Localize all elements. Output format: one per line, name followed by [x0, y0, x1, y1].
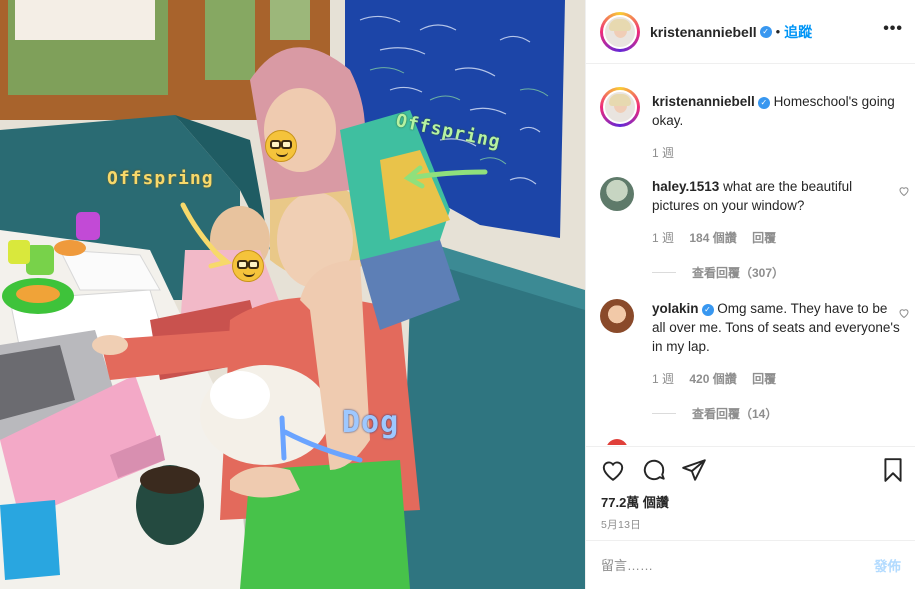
comment-time[interactable]: 1 週	[652, 231, 674, 245]
avatar	[603, 14, 637, 49]
post-header: kristenanniebell ✓ • 追蹤 •••	[586, 0, 915, 64]
avatar	[603, 90, 637, 124]
reply-button[interactable]: 回覆	[752, 231, 776, 245]
post-side-panel: kristenanniebell ✓ • 追蹤 ••• kristenannie…	[585, 0, 915, 589]
commenter-avatar[interactable]	[600, 177, 634, 211]
verified-icon: ✓	[759, 25, 772, 38]
view-replies-button[interactable]: 查看回覆（14）	[652, 405, 900, 422]
reply-button[interactable]: 回覆	[752, 372, 776, 386]
commenter-avatar[interactable]	[600, 299, 634, 333]
verified-icon: ✓	[701, 304, 714, 316]
comment-item: haley.1513 what are the beautiful pictur…	[600, 177, 909, 281]
likes-count[interactable]: 77.2萬 個讚	[601, 492, 669, 511]
comment-likes[interactable]: 420 個讚	[689, 372, 736, 386]
separator-dot: •	[775, 24, 781, 39]
comment-time[interactable]: 1 週	[652, 372, 674, 386]
view-replies-button[interactable]: 查看回覆（307）	[652, 264, 900, 281]
view-replies-label: 查看回覆（14）	[692, 407, 778, 421]
verified-icon: ✓	[757, 97, 770, 109]
comment-item: yolakin ✓ Omg same. They have to be all o…	[600, 299, 909, 422]
caption-avatar[interactable]	[600, 87, 640, 127]
divider	[652, 272, 676, 273]
commenter-avatar[interactable]	[606, 439, 628, 445]
post-comment-button[interactable]: 發佈	[874, 555, 901, 575]
caption-time[interactable]: 1 週	[652, 146, 674, 160]
sticker-dog: Dog	[342, 405, 400, 440]
sticker-offspring-left: Offspring	[107, 168, 214, 189]
caption: kristenanniebell ✓ Homeschool's going oka…	[600, 87, 900, 161]
nerd-emoji-icon	[265, 130, 297, 162]
comment-input[interactable]	[601, 557, 874, 573]
post-actions: 77.2萬 個讚 5月13日	[586, 446, 915, 540]
comment-likes[interactable]: 184 個讚	[689, 231, 736, 245]
photo-scene	[0, 0, 585, 589]
follow-button[interactable]: 追蹤	[784, 22, 812, 42]
heart-icon[interactable]	[898, 185, 910, 197]
post-date[interactable]: 5月13日	[601, 517, 641, 532]
caption-username[interactable]: kristenanniebell	[652, 94, 755, 109]
divider	[652, 413, 676, 414]
more-options-icon[interactable]: •••	[883, 20, 903, 38]
add-comment-bar: 發佈	[586, 540, 915, 589]
nerd-emoji-icon	[232, 250, 264, 282]
comment-username[interactable]: haley.1513	[652, 179, 719, 194]
comment-icon[interactable]	[641, 457, 667, 483]
heart-icon[interactable]	[898, 307, 910, 319]
username-link[interactable]: kristenanniebell	[650, 24, 757, 40]
heart-icon[interactable]	[600, 457, 626, 483]
bookmark-icon[interactable]	[880, 457, 906, 483]
comment-username[interactable]: yolakin	[652, 301, 699, 316]
post-photo[interactable]: Offspring Offspring Dog	[0, 0, 585, 589]
share-icon[interactable]	[681, 457, 707, 483]
profile-avatar[interactable]	[600, 11, 640, 52]
comments-list[interactable]: kristenanniebell ✓ Homeschool's going oka…	[586, 65, 915, 445]
view-replies-label: 查看回覆（307）	[692, 266, 785, 280]
